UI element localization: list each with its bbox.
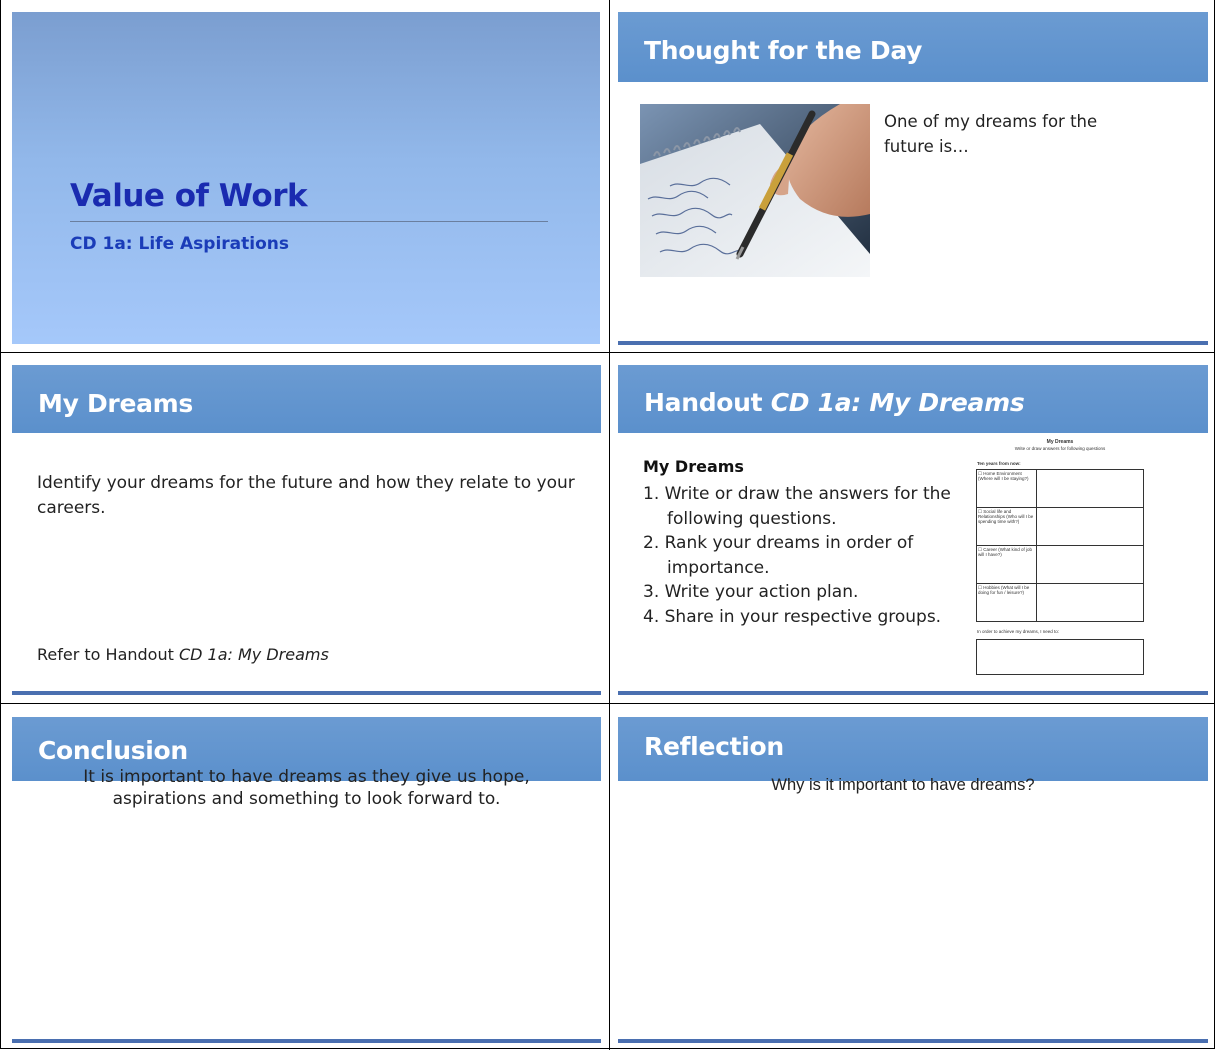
refer-prefix: Refer to Handout	[37, 645, 179, 664]
thumb-plan-box	[976, 639, 1144, 675]
slide-header-title: Conclusion	[38, 736, 188, 765]
slide-header-title: Reflection	[644, 732, 784, 761]
thumb-title: My Dreams	[1046, 439, 1074, 445]
row-divider-2	[0, 703, 1215, 704]
handout-thumbnail: My Dreams Write or draw answers for foll…	[976, 438, 1144, 675]
thumb-row-label: ☐ Social life and Relationships (Who wil…	[978, 509, 1034, 524]
slide-bottom-rule	[618, 341, 1208, 345]
thumb-column-divider	[1036, 469, 1037, 622]
step-item: 4. Share in your respective groups.	[643, 606, 942, 627]
reflection-question: Why is it important to have dreams?	[771, 776, 1035, 794]
slide-bottom-rule	[12, 691, 601, 695]
slide-title-subheading: CD 1a: Life Aspirations	[70, 234, 290, 254]
slide-handout: Handout CD 1a: My Dreams My Dreams 1. Wr…	[618, 365, 1208, 695]
slide-title: Value of Work CD 1a: Life Aspirations	[12, 12, 600, 344]
handout-steps: 1. Write or draw the answers for the fol…	[643, 482, 968, 629]
dreams-text: Identify your dreams for the future and …	[37, 473, 575, 518]
slide-header-title: Handout CD 1a: My Dreams	[644, 388, 1025, 417]
header-italic: CD 1a: My Dreams	[770, 388, 1025, 417]
thumb-lead: Ten years from now:	[977, 461, 1021, 466]
title-rule	[70, 221, 548, 222]
thumb-row-label: ☐ Hobbies (What will I be doing for fun …	[978, 585, 1030, 595]
handout-subtitle: My Dreams	[643, 457, 744, 476]
row-divider-1	[0, 352, 1215, 353]
slide-reflection: Reflection Why is it important to have d…	[618, 717, 1208, 1047]
writing-hand-illustration	[640, 104, 870, 277]
step-item: 2. Rank your dreams in order of	[643, 533, 914, 553]
slide-header: My Dreams	[12, 365, 601, 433]
dreams-refer: Refer to Handout CD 1a: My Dreams	[37, 642, 329, 667]
step-item: following questions.	[667, 508, 837, 529]
slide-header: Handout CD 1a: My Dreams	[618, 365, 1208, 433]
slide-header: Reflection	[618, 717, 1208, 781]
slide-thought: Thought for the Day One of my dreams for…	[618, 12, 1208, 345]
writing-hand-photo	[640, 104, 870, 277]
thumb-row-label: ☐ Home Environment (Where will I be stay…	[978, 471, 1029, 481]
slide-bottom-rule	[618, 1039, 1208, 1043]
refer-handout-name: CD 1a: My Dreams	[178, 645, 329, 664]
thumb-row-label: ☐ Career (What kind of job will I have?)	[978, 547, 1033, 557]
thumb-plan-label: In order to achieve my dreams, I need to…	[977, 629, 1060, 634]
column-divider	[609, 0, 610, 1050]
step-item: 1. Write or draw the answers for the	[643, 484, 951, 504]
slide-header-title: Thought for the Day	[644, 36, 923, 65]
thought-text: One of my dreams for the future is…	[884, 112, 1098, 156]
slide-conclusion: Conclusion It is important to have dream…	[12, 717, 601, 1047]
slide-bottom-rule	[618, 691, 1208, 695]
header-prefix: Handout	[644, 388, 771, 417]
step-item: importance.	[667, 557, 770, 578]
step-item: 3. Write your action plan.	[643, 582, 859, 602]
slide-title-heading: Value of Work	[70, 178, 308, 214]
conclusion-line-2: aspirations and something to look forwar…	[112, 789, 501, 809]
slide-header-title: My Dreams	[38, 389, 194, 418]
thumb-instruction: Write or draw answers for following ques…	[1014, 446, 1106, 451]
slide-my-dreams: My Dreams Identify your dreams for the f…	[12, 365, 601, 695]
slide-header: Thought for the Day	[618, 12, 1208, 82]
slide-bottom-rule	[12, 1039, 601, 1043]
